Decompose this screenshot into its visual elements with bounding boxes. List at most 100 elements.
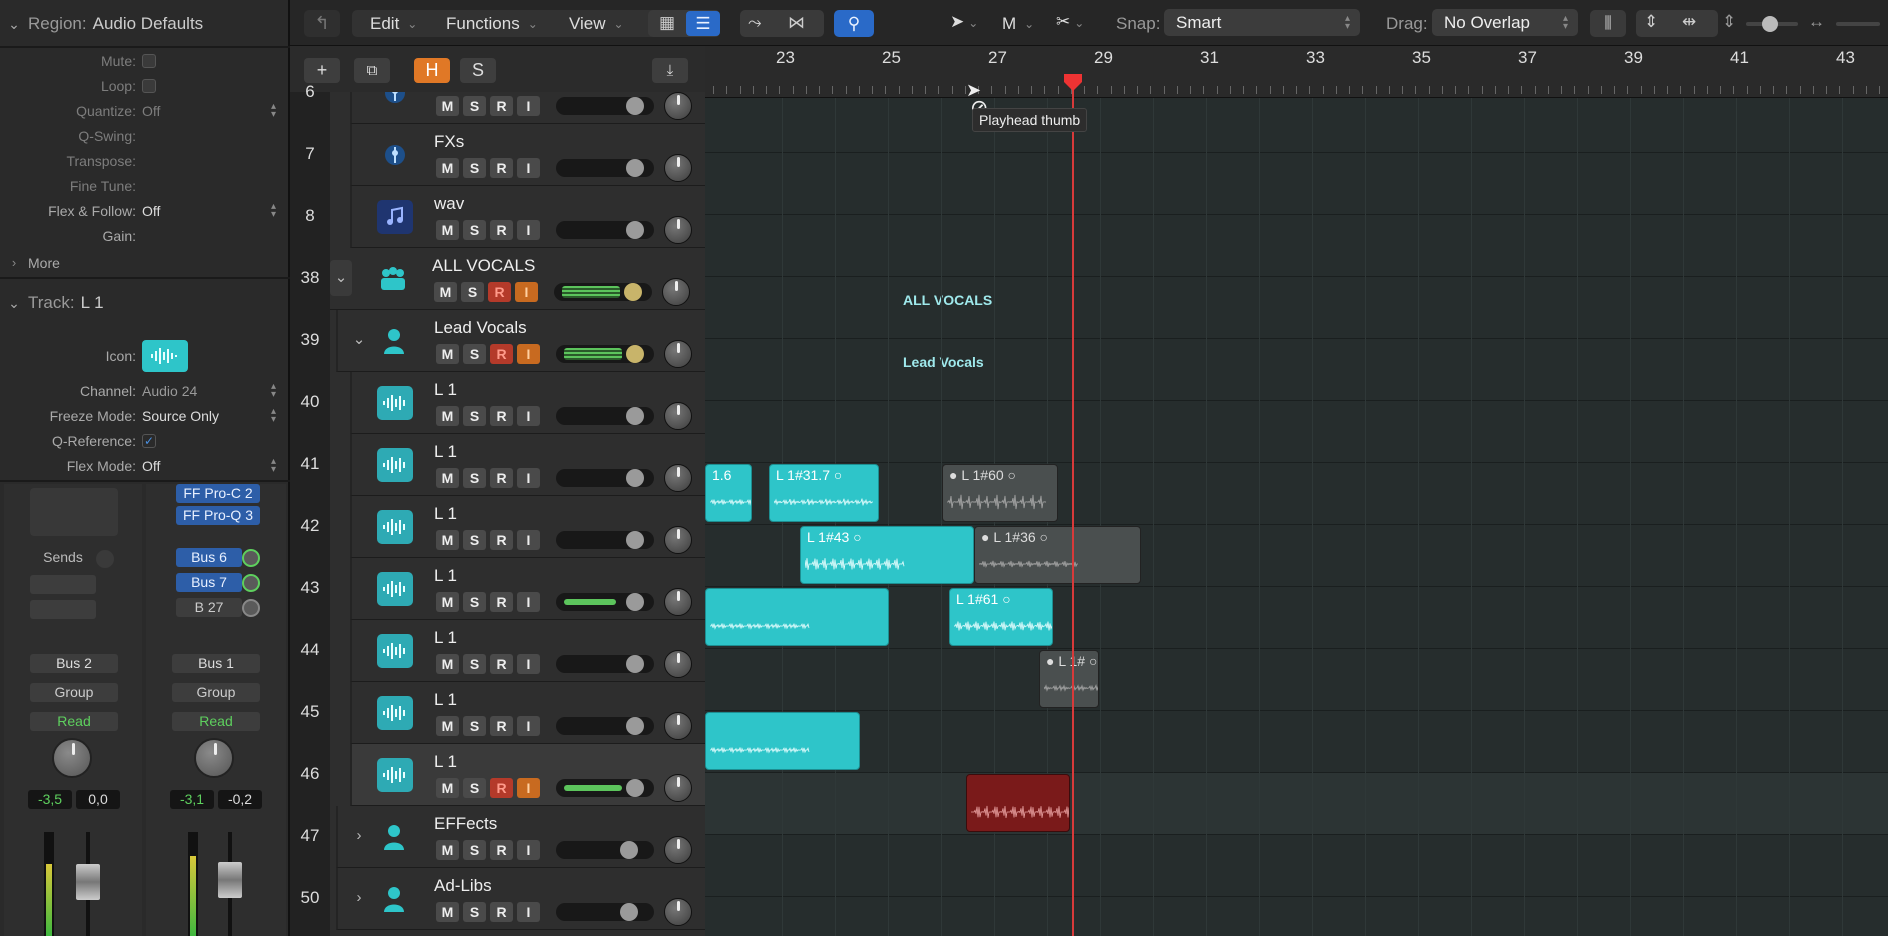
mute-button[interactable]: M [436,158,459,178]
solo-button[interactable]: S [463,406,486,426]
vertical-zoom-icon[interactable]: ⇕ [1644,12,1658,32]
arrange-area[interactable]: ALL VOCALS Lead Vocals 1.6 L 1#31.7 ○ ● L … [705,98,1888,936]
singer-icon[interactable] [377,882,413,916]
volume-thumb[interactable] [626,655,644,673]
volume-slider[interactable] [556,345,654,363]
crossfade-icon[interactable]: ⋈ [788,13,805,33]
pan-knob[interactable] [664,898,692,926]
pan-knob[interactable] [664,650,692,678]
audio-region[interactable] [705,588,889,646]
send-knob[interactable] [242,599,260,617]
track-param-freeze-mode[interactable]: Freeze Mode: Source Only ▴ ▾ [0,403,290,428]
bar-ruler[interactable]: 23 25 27 29 31 33 35 37 39 41 43 [705,46,1888,98]
audio-region[interactable]: ● L 1#36 ○ [974,526,1141,584]
track-inspector-header[interactable]: ⌄ Track: L 1 [0,279,290,327]
pan-knob[interactable] [194,738,234,778]
music-note-icon[interactable] [377,200,413,234]
solo-button[interactable]: S [463,902,486,922]
plugin-slot-empty[interactable] [30,488,118,536]
mute-button[interactable]: M [436,344,459,364]
output-button[interactable]: Bus 1 [172,654,260,673]
horizontal-fit-icon[interactable]: ⇹ [1682,12,1696,32]
track-param-icon[interactable]: Icon: [0,339,290,373]
singer-icon[interactable] [377,324,413,358]
solo-global-button[interactable]: S [460,58,496,83]
send-slot[interactable] [30,600,96,619]
record-enable-button[interactable]: R [490,406,513,426]
region-param-quantize[interactable]: Quantize: Off ▴ ▾ [0,98,290,123]
record-enable-button[interactable]: R [488,282,511,302]
waveform-icon[interactable] [377,758,413,792]
solo-button[interactable]: S [463,716,486,736]
track-param-channel[interactable]: Channel: Audio 24 ▴ ▾ [0,378,290,403]
pan-knob[interactable] [664,464,692,492]
volume-thumb[interactable] [626,407,644,425]
volume-slider[interactable] [556,717,654,735]
scissors-tool-icon[interactable]: ✂ ⌄ [1056,12,1084,32]
pan-knob[interactable] [664,340,692,368]
add-track-button[interactable]: + [304,58,340,83]
volume-slider[interactable] [556,159,654,177]
send-slot[interactable]: Bus 7 [176,573,242,592]
waveform-icon[interactable] [142,340,188,372]
waveform-icon[interactable] [377,572,413,606]
send-slot[interactable]: Bus 6 [176,548,242,567]
output-button[interactable]: Bus 2 [30,654,118,673]
volume-slider[interactable] [556,841,654,859]
singer-icon[interactable] [377,820,413,854]
pan-knob[interactable] [664,526,692,554]
mute-checkbox[interactable] [142,53,156,68]
mute-button[interactable]: M [436,530,459,550]
mute-button[interactable]: M [436,468,459,488]
record-enable-button[interactable]: R [490,220,513,240]
track-name[interactable]: wav [434,194,464,214]
track-row[interactable]: › Ad-Libs M S R I [336,868,705,930]
checkmark-icon[interactable]: ✓ [142,433,156,448]
solo-button[interactable]: S [463,344,486,364]
audio-region[interactable]: ● L 1# ○ [1039,650,1099,708]
group-folder-icon[interactable] [375,262,411,296]
pan-knob[interactable] [52,738,92,778]
track-name[interactable]: Ad-Libs [434,876,492,896]
volume-slider[interactable] [556,469,654,487]
volume-thumb[interactable] [620,841,638,859]
chevron-down-icon[interactable]: ⌄ [348,322,370,358]
duplicate-track-icon[interactable]: ⧉ [354,58,390,83]
mute-button[interactable]: M [436,778,459,798]
audio-region[interactable]: L 1#31.7 ○ [769,464,879,522]
catch-playhead-icon[interactable]: ⚲ [834,10,874,37]
track-row[interactable]: FiltersMSRI [350,92,705,124]
automation-mode-button[interactable]: Read [172,712,260,731]
mute-button[interactable]: M [436,716,459,736]
region-param-flex-follow[interactable]: Flex & Follow: Off ▴ ▾ [0,198,290,223]
view-menu[interactable]: View ⌄ [569,10,624,37]
volume-thumb[interactable] [626,717,644,735]
slider-thumb[interactable] [1762,16,1778,32]
chevron-right-icon[interactable]: › [348,818,370,854]
waveform-zoom-icon[interactable]: ⫼ [1590,10,1626,37]
track-row[interactable]: L 1 MSRI [350,620,705,682]
region-param-transpose[interactable]: Transpose: [0,148,290,173]
track-name[interactable]: FXs [434,132,464,152]
volume-thumb[interactable] [626,469,644,487]
pan-knob[interactable] [664,712,692,740]
input-monitor-button[interactable]: I [517,654,540,674]
volume-thumb[interactable] [626,345,644,363]
record-enable-button[interactable]: R [490,158,513,178]
region-param-mute[interactable]: Mute: [0,48,290,73]
track-row[interactable]: FXs M S R I [350,124,705,186]
input-monitor-button[interactable]: I [517,840,540,860]
mute-button[interactable]: M [434,282,457,302]
playhead-line[interactable] [1072,80,1074,936]
track-name[interactable]: L 1 [434,380,457,400]
plugin-slot[interactable]: FF Pro-Q 3 [176,506,260,525]
waveform-icon[interactable] [377,448,413,482]
input-monitor-button[interactable]: I [517,468,540,488]
record-enable-button[interactable]: R [490,592,513,612]
group-button[interactable]: Group [30,683,118,702]
track-name[interactable]: L 1 [434,504,457,524]
pan-knob[interactable] [664,774,692,802]
track-name[interactable]: Lead Vocals [434,318,527,338]
track-name[interactable]: L 1 [434,442,457,462]
pan-knob[interactable] [662,278,690,306]
